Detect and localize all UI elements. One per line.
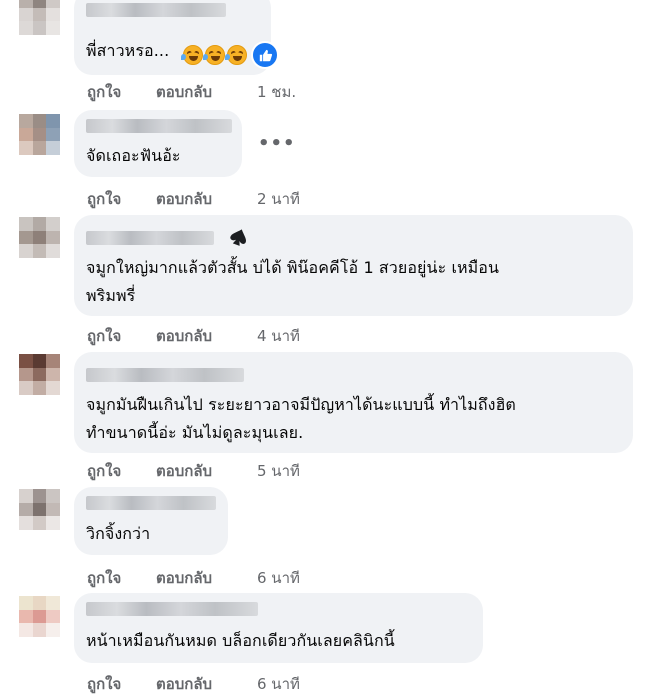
like-link[interactable]: ถูกใจ <box>87 187 121 211</box>
comment-text: หน้าเหมือนกันหมด บล็อกเดียวกันเลยคลินิกน… <box>86 631 395 650</box>
blurred-author-name[interactable] <box>86 231 214 245</box>
comment-text: จัดเถอะฟันอ้ะ <box>86 146 181 165</box>
laughing-emoji-icon <box>203 45 225 65</box>
comment-bubble: หน้าเหมือนกันหมด บล็อกเดียวกันเลยคลินิกน… <box>74 593 483 663</box>
like-link[interactable]: ถูกใจ <box>87 459 121 483</box>
comment-text-line-1: จมูกใหญ่มากแล้วตัวสั้น บ่ได้ พิน๊อคคีโอ้… <box>86 258 500 277</box>
comment-timestamp[interactable]: 1 ชม. <box>257 80 296 104</box>
reply-link[interactable]: ตอบกลับ <box>156 80 212 104</box>
comment-bubble: จมูกใหญ่มากแล้วตัวสั้น บ่ได้ พิน๊อคคีโอ้… <box>74 215 633 316</box>
comment-bubble: จัดเถอะฟันอ้ะ <box>74 110 242 177</box>
avatar[interactable] <box>19 114 60 155</box>
blurred-author-name[interactable] <box>86 3 226 17</box>
reply-link[interactable]: ตอบกลับ <box>156 672 212 696</box>
like-link[interactable]: ถูกใจ <box>87 324 121 348</box>
avatar[interactable] <box>19 354 60 395</box>
comment-timestamp[interactable]: 6 นาที <box>257 672 300 696</box>
blurred-author-name[interactable] <box>86 368 244 382</box>
avatar[interactable] <box>19 0 60 35</box>
avatar[interactable] <box>19 489 60 530</box>
blurred-author-name[interactable] <box>86 602 258 616</box>
laughing-emoji-icon <box>225 45 247 65</box>
blurred-author-name[interactable] <box>86 119 232 133</box>
reply-link[interactable]: ตอบกลับ <box>156 324 212 348</box>
comment-text-line-2: ทำขนาดนี้อ่ะ มันไม่ดูละมุนเลย. <box>86 423 304 442</box>
laughing-emoji-icon <box>181 45 203 65</box>
spade-icon <box>230 229 246 246</box>
reaction-summary[interactable] <box>181 41 279 69</box>
comment-timestamp[interactable]: 2 นาที <box>257 187 300 211</box>
comment-text: พี่สาวหรอ... <box>86 41 170 60</box>
comment-bubble: จมูกมันฝืนเกินไป ระยะยาวอาจมีปัญหาได้นะแ… <box>74 352 633 453</box>
comment-timestamp[interactable]: 5 นาที <box>257 459 300 483</box>
comment-timestamp[interactable]: 4 นาที <box>257 324 300 348</box>
like-link[interactable]: ถูกใจ <box>87 80 121 104</box>
comment-text-line-2: พริมพรี่ <box>86 286 136 305</box>
like-icon <box>251 41 279 69</box>
reply-link[interactable]: ตอบกลับ <box>156 187 212 211</box>
comment-bubble: วิกจิ้งกว่า <box>74 487 228 555</box>
avatar[interactable] <box>19 596 60 637</box>
reply-link[interactable]: ตอบกลับ <box>156 459 212 483</box>
avatar[interactable] <box>19 217 60 258</box>
comment-text: วิกจิ้งกว่า <box>86 524 151 543</box>
comment-text-line-1: จมูกมันฝืนเกินไป ระยะยาวอาจมีปัญหาได้นะแ… <box>86 395 516 414</box>
reply-link[interactable]: ตอบกลับ <box>156 566 212 590</box>
like-link[interactable]: ถูกใจ <box>87 672 121 696</box>
like-link[interactable]: ถูกใจ <box>87 566 121 590</box>
more-options-icon[interactable]: ••• <box>258 133 296 154</box>
blurred-author-name[interactable] <box>86 496 216 510</box>
comment-timestamp[interactable]: 6 นาที <box>257 566 300 590</box>
